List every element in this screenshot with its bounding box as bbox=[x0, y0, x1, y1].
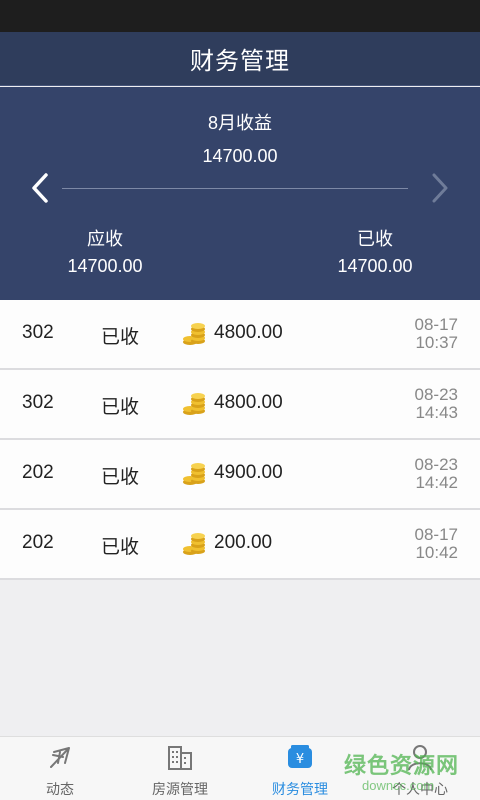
received-value: 14700.00 bbox=[337, 256, 413, 276]
coin-stack-icon bbox=[183, 323, 205, 345]
receivable-summary: 应收 14700.00 bbox=[45, 226, 165, 280]
month-label: 8月收益 bbox=[207, 113, 272, 133]
coin-stack-icon bbox=[183, 463, 205, 485]
payment-clock: 10:37 bbox=[415, 333, 458, 352]
payment-clock: 10:42 bbox=[415, 543, 458, 562]
list-item[interactable]: 302 已收 4800.00 08-17 10:37 bbox=[0, 300, 480, 370]
received-label: 已收 bbox=[357, 229, 393, 249]
receivable-label: 应收 bbox=[87, 229, 123, 249]
payment-list: 302 已收 4800.00 08-17 10:37 302 已收 4800.0… bbox=[0, 300, 480, 580]
tab-property[interactable]: 房源管理 bbox=[120, 737, 240, 800]
payment-status: 已收 bbox=[101, 537, 140, 558]
payment-status: 已收 bbox=[101, 397, 140, 418]
page-title: 财务管理 bbox=[190, 48, 290, 75]
tab-label: 动态 bbox=[46, 781, 74, 797]
payment-date: 08-23 bbox=[414, 455, 458, 474]
payment-time: 08-17 10:42 bbox=[415, 526, 458, 562]
plane-icon bbox=[50, 747, 70, 768]
wallet-yen-icon: ¥ bbox=[288, 745, 312, 768]
payment-amount: 4800.00 bbox=[214, 322, 283, 343]
receivable-value: 14700.00 bbox=[67, 256, 143, 276]
chevron-right-icon[interactable] bbox=[424, 171, 454, 205]
payment-time: 08-17 10:37 bbox=[415, 316, 458, 352]
tab-label: 财务管理 bbox=[272, 781, 328, 797]
tab-profile[interactable]: 个人中心 bbox=[360, 737, 480, 800]
payment-time: 08-23 14:42 bbox=[415, 456, 458, 492]
payment-status: 已收 bbox=[101, 467, 140, 488]
chevron-left-icon[interactable] bbox=[26, 171, 56, 205]
person-icon bbox=[408, 745, 432, 771]
payment-status: 已收 bbox=[101, 327, 140, 348]
payment-clock: 14:43 bbox=[415, 403, 458, 422]
room-number: 302 bbox=[22, 392, 54, 413]
tab-finance[interactable]: ¥ 财务管理 bbox=[240, 737, 360, 800]
building-icon bbox=[168, 746, 192, 770]
tab-label: 房源管理 bbox=[152, 781, 208, 797]
payment-date: 08-17 bbox=[414, 525, 458, 544]
coin-stack-icon bbox=[183, 533, 205, 555]
list-item[interactable]: 202 已收 200.00 08-17 10:42 bbox=[0, 510, 480, 580]
payment-amount: 4800.00 bbox=[214, 392, 283, 413]
bottom-tab-bar: 动态 房源管理 ¥ 财务管理 个人中心 bbox=[0, 736, 480, 800]
payment-date: 08-23 bbox=[414, 385, 458, 404]
tab-dynamics[interactable]: 动态 bbox=[0, 737, 120, 800]
tab-label: 个人中心 bbox=[392, 781, 448, 797]
payment-amount: 200.00 bbox=[214, 532, 273, 553]
room-number: 202 bbox=[22, 532, 54, 553]
payment-date: 08-17 bbox=[414, 315, 458, 334]
divider-line bbox=[62, 188, 408, 189]
coin-stack-icon bbox=[183, 393, 205, 415]
list-item[interactable]: 302 已收 4800.00 08-23 14:43 bbox=[0, 370, 480, 440]
monthly-summary: 8月收益 14700.00 应收 14700.00 已收 14700.00 bbox=[0, 87, 480, 300]
received-summary: 已收 14700.00 bbox=[315, 226, 435, 280]
room-number: 202 bbox=[22, 462, 54, 483]
app-header: 财务管理 bbox=[0, 32, 480, 86]
status-bar bbox=[0, 0, 480, 32]
month-total: 14700.00 bbox=[202, 146, 278, 166]
list-item[interactable]: 202 已收 4900.00 08-23 14:42 bbox=[0, 440, 480, 510]
payment-clock: 14:42 bbox=[415, 473, 458, 492]
svg-text:¥: ¥ bbox=[296, 752, 304, 767]
payment-time: 08-23 14:43 bbox=[415, 386, 458, 422]
payment-amount: 4900.00 bbox=[214, 462, 283, 483]
room-number: 302 bbox=[22, 322, 54, 343]
